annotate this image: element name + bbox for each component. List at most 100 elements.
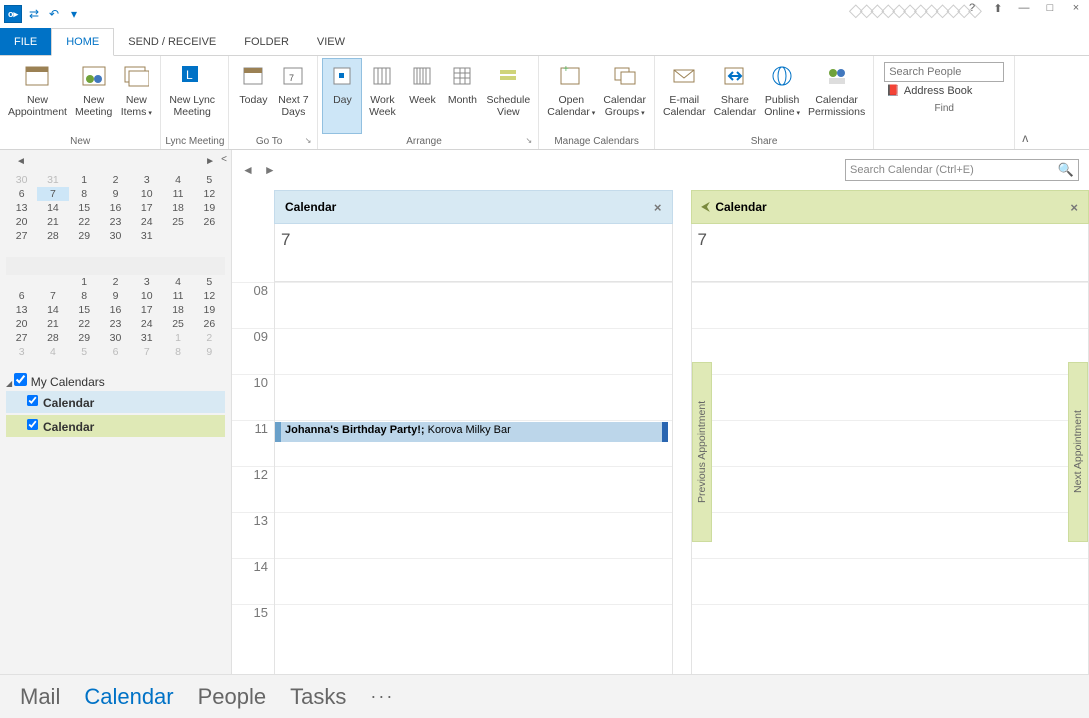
group-label-lync: Lync Meeting (165, 134, 224, 149)
group-label-new: New (4, 134, 156, 149)
new-appointment-button[interactable]: New Appointment (4, 58, 71, 134)
collapse-ribbon-icon[interactable]: ʌ (1015, 56, 1035, 149)
nav-people[interactable]: People (198, 684, 267, 710)
week-button[interactable]: Week (402, 58, 442, 134)
allday-cell-1[interactable]: 7 (274, 224, 673, 282)
group-arrange: Day Work Week Week Month Schedule View A… (318, 56, 539, 149)
close-icon[interactable]: × (1067, 2, 1085, 15)
calendar-tab-2[interactable]: ⮜Calendar× (691, 190, 1089, 224)
next-appointment-button[interactable]: Next Appointment (1068, 362, 1088, 542)
svg-text:7: 7 (289, 73, 294, 83)
new-lync-meeting-button[interactable]: LNew Lync Meeting (165, 58, 219, 134)
group-goto: Today 7Next 7 Days Go To (229, 56, 318, 149)
time-grid: 0809101112131415 Johanna's Birthday Part… (232, 282, 1089, 674)
close-calendar-2-icon[interactable]: × (1070, 200, 1078, 215)
tab-file[interactable]: FILE (0, 28, 51, 55)
prev-day-icon[interactable]: ◄ (242, 163, 254, 177)
calendar-tab-1[interactable]: Calendar × (274, 190, 673, 224)
address-book-icon: 📕 (886, 84, 900, 97)
schedule-view-button[interactable]: Schedule View (482, 58, 534, 134)
previous-appointment-button[interactable]: Previous Appointment (692, 362, 712, 542)
appointment-location: Korova Milky Bar (425, 424, 511, 436)
next-day-icon[interactable]: ► (264, 163, 276, 177)
group-share: E-mail Calendar Share Calendar Publish O… (655, 56, 874, 149)
qat-send-receive-icon[interactable]: ⇄ (26, 6, 42, 22)
next-month-icon[interactable]: ► (205, 156, 215, 167)
decorative-pattern: ◇◇◇◇◇◇◇◇◇◇◇◇ (849, 0, 979, 21)
allday-cell-2[interactable]: 7 (691, 224, 1089, 282)
sidebar: < ◄ ► 3031123456789101112131415161718192… (0, 150, 232, 674)
qat-undo-icon[interactable]: ↶ (46, 6, 62, 22)
my-calendars-label: My Calendars (31, 375, 105, 389)
overlay-arrow-icon[interactable]: ⮜ (702, 201, 710, 214)
calendar-1-label: Calendar (43, 396, 94, 410)
prev-month-icon[interactable]: ◄ (16, 156, 26, 167)
open-calendar-button[interactable]: +Open Calendar (543, 58, 599, 134)
workweek-button[interactable]: Work Week (362, 58, 402, 134)
group-label-goto: Go To (233, 134, 313, 149)
appointment-item[interactable]: Johanna's Birthday Party!; Korova Milky … (275, 422, 668, 442)
maximize-icon[interactable]: □ (1041, 2, 1059, 15)
address-book-button[interactable]: 📕Address Book (884, 82, 1004, 97)
navigation-bar: Mail Calendar People Tasks ··· (0, 674, 1089, 718)
mini-calendar-2[interactable]: 1234567891011121314151617181920212223242… (6, 257, 225, 359)
date-navigator-controls: ◄ ► (6, 156, 225, 167)
my-calendars-checkbox[interactable] (14, 373, 27, 386)
day-button[interactable]: Day (322, 58, 362, 134)
calendar-main: ◄ ► Search Calendar (Ctrl+E)🔍 Calendar× … (232, 150, 1089, 674)
month-button[interactable]: Month (442, 58, 482, 134)
mini-calendar-2-header (6, 257, 225, 275)
calendar-groups-button[interactable]: Calendar Groups (599, 58, 650, 134)
title-bar: o▸ ⇄ ↶ ▾ ◇◇◇◇◇◇◇◇◇◇◇◇ ? ⬆ — □ × (0, 0, 1089, 28)
appointment-title: Johanna's Birthday Party!; (285, 424, 425, 436)
day-column-2[interactable]: Previous Appointment Next Appointment (691, 282, 1089, 674)
calendar-item-2[interactable]: Calendar (6, 415, 225, 437)
nav-mail[interactable]: Mail (20, 684, 60, 710)
nav-tasks[interactable]: Tasks (290, 684, 346, 710)
nav-calendar[interactable]: Calendar (84, 684, 173, 710)
tab-home[interactable]: HOME (51, 28, 114, 56)
calendar-1-checkbox[interactable] (27, 395, 38, 406)
new-items-button[interactable]: New Items (116, 58, 156, 134)
calendar-tab-1-label: Calendar (285, 200, 336, 214)
ribbon: New Appointment New Meeting New Items Ne… (0, 56, 1089, 150)
group-label-manage: Manage Calendars (543, 134, 650, 149)
search-calendar-placeholder: Search Calendar (Ctrl+E) (850, 164, 974, 176)
help-icon[interactable]: ? (963, 2, 981, 15)
calendar-2-checkbox[interactable] (27, 419, 38, 430)
time-column: 0809101112131415 (232, 282, 274, 674)
minimize-icon[interactable]: — (1015, 2, 1033, 15)
day-column-1[interactable]: Johanna's Birthday Party!; Korova Milky … (274, 282, 673, 674)
app-icon: o▸ (4, 5, 22, 23)
today-button[interactable]: Today (233, 58, 273, 134)
my-calendars-section: My Calendars Calendar Calendar (6, 373, 225, 437)
tab-folder[interactable]: FOLDER (230, 28, 303, 55)
ribbon-display-icon[interactable]: ⬆ (989, 2, 1007, 15)
svg-text:+: + (563, 64, 569, 75)
new-meeting-button[interactable]: New Meeting (71, 58, 116, 134)
group-label-arrange: Arrange (322, 134, 534, 149)
publish-online-button[interactable]: Publish Online (760, 58, 804, 134)
share-calendar-button[interactable]: Share Calendar (710, 58, 761, 134)
nav-more-icon[interactable]: ··· (370, 686, 394, 707)
sidebar-collapse-icon[interactable]: < (221, 154, 227, 165)
calendar-item-1[interactable]: Calendar (6, 391, 225, 413)
close-calendar-1-icon[interactable]: × (654, 200, 662, 215)
qat-customize-icon[interactable]: ▾ (66, 6, 82, 22)
email-calendar-button[interactable]: E-mail Calendar (659, 58, 710, 134)
group-lync: LNew Lync Meeting Lync Meeting (161, 56, 229, 149)
content-area: < ◄ ► 3031123456789101112131415161718192… (0, 150, 1089, 674)
calendar-permissions-button[interactable]: Calendar Permissions (804, 58, 869, 134)
mini-calendar-1[interactable]: 3031123456789101112131415161718192021222… (6, 173, 225, 243)
group-label-find: Find (878, 101, 1010, 116)
next7days-button[interactable]: 7Next 7 Days (273, 58, 313, 134)
group-manage: +Open Calendar Calendar Groups Manage Ca… (539, 56, 655, 149)
tab-view[interactable]: VIEW (303, 28, 359, 55)
search-people-input[interactable] (884, 62, 1004, 82)
my-calendars-header[interactable]: My Calendars (6, 373, 225, 389)
search-calendar-input[interactable]: Search Calendar (Ctrl+E) 🔍 (845, 159, 1079, 181)
ribbon-tabs: FILE HOME SEND / RECEIVE FOLDER VIEW (0, 28, 1089, 56)
tab-send-receive[interactable]: SEND / RECEIVE (114, 28, 230, 55)
search-icon[interactable]: 🔍 (1058, 162, 1074, 178)
group-find: 📕Address Book Find (874, 56, 1015, 149)
